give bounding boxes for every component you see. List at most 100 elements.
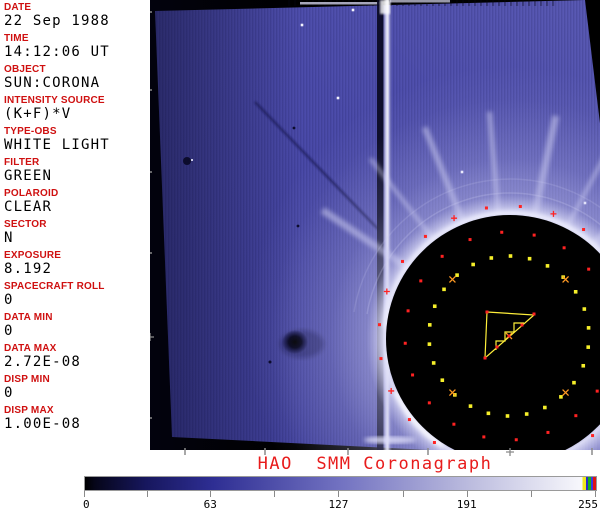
field-value: 8.192 xyxy=(4,261,53,277)
metadata-field: INTENSITY SOURCE (K+F)*V xyxy=(4,95,150,122)
yellow-ring-dot xyxy=(440,378,445,382)
yellow-ring-dot xyxy=(455,273,459,277)
outer-red-ring-dot xyxy=(484,206,488,210)
outer-red-ring-dot xyxy=(591,434,595,438)
colorbar-tick xyxy=(338,491,340,497)
yellow-ring-dot xyxy=(486,411,491,416)
yellow-ring-dot xyxy=(489,256,494,260)
field-value: 1.00E-08 xyxy=(4,416,82,432)
inner-red-ring-dot xyxy=(514,438,518,442)
field-value: WHITE LIGHT xyxy=(4,137,110,153)
yellow-ring-dot xyxy=(572,380,576,385)
fiducial-dot xyxy=(507,334,511,338)
yellow-ring-dot xyxy=(468,404,473,408)
outer-red-ring-dot xyxy=(401,259,405,263)
colorbar-tick xyxy=(402,491,404,497)
inner-red-ring-dot xyxy=(532,233,536,237)
yellow-ring-dot xyxy=(527,256,532,261)
outer-red-ring-dot xyxy=(432,440,436,444)
fiducial-dot xyxy=(520,323,524,327)
field-label: DISP MIN xyxy=(4,374,50,385)
yellow-ring-dot xyxy=(508,254,513,258)
inner-red-ring-dot xyxy=(427,401,431,405)
inner-red-ring-dot xyxy=(452,422,456,426)
field-value: (K+F)*V xyxy=(4,106,72,122)
colorbar-tick xyxy=(210,491,212,497)
fiducial-dot xyxy=(495,345,499,349)
metadata-field: TIME 14:12:06 UT xyxy=(4,33,150,60)
field-value: 0 xyxy=(4,323,14,339)
yellow-ring-dot xyxy=(442,287,446,292)
outer-red-ring-dot xyxy=(423,234,427,238)
inner-red-ring-dot xyxy=(587,267,591,271)
field-value: SUN:CORONA xyxy=(4,75,101,91)
outer-red-ring-dot xyxy=(518,204,522,208)
field-value: 0 xyxy=(4,385,14,401)
yellow-ring-dot xyxy=(559,395,563,399)
yellow-ring-dot xyxy=(545,264,550,268)
metadata-field: FILTER GREEN xyxy=(4,157,150,184)
colorbar-tick-label: 255 xyxy=(578,498,598,511)
inner-red-ring-dot xyxy=(468,238,472,242)
metadata-field: DISP MIN 0 xyxy=(4,374,150,401)
colorbar-tick xyxy=(466,491,468,497)
inner-red-ring-dot xyxy=(406,309,410,313)
fiducial-dot xyxy=(532,312,536,316)
image-title: HAO SMM Coronagraph xyxy=(257,454,493,474)
outer-red-ring-dot xyxy=(407,418,411,422)
colorbar-tick-label: 191 xyxy=(456,498,477,511)
field-value: N xyxy=(4,230,14,246)
colorbar-tick xyxy=(84,491,85,497)
yellow-ring-dot xyxy=(432,304,437,309)
yellow-ring-dot xyxy=(427,323,432,327)
yellow-ring-dot xyxy=(543,405,547,410)
metadata-field: DISP MAX 1.00E-08 xyxy=(4,405,150,432)
outer-red-ring-dot xyxy=(582,228,586,232)
metadata-field: SPACECRAFT ROLL 0 xyxy=(4,281,150,308)
field-label: DATA MIN xyxy=(4,312,53,323)
colorbar-tick xyxy=(274,491,276,497)
metadata-field: OBJECT SUN:CORONA xyxy=(4,64,150,91)
colorbar-tick-labels: 0 63 127 191 255 xyxy=(0,498,600,511)
field-value: CLEAR xyxy=(4,199,53,215)
yellow-ring-dot xyxy=(427,342,432,346)
yellow-ring-dot xyxy=(586,326,591,330)
inner-red-ring-dot xyxy=(574,414,578,418)
field-value: 14:12:06 UT xyxy=(4,44,110,60)
metadata-field: POLAROID CLEAR xyxy=(4,188,150,215)
metadata-field: DATA MIN 0 xyxy=(4,312,150,339)
colorbar-tick xyxy=(147,491,149,497)
inner-red-ring-dot xyxy=(419,279,423,283)
yellow-ring-dot xyxy=(582,307,587,311)
colorbar-tick xyxy=(595,491,596,497)
colorbar-tick xyxy=(530,491,532,497)
inner-red-ring-dot xyxy=(562,246,566,250)
metadata-field: TYPE-OBS WHITE LIGHT xyxy=(4,126,150,153)
fiducial-dot xyxy=(483,356,487,360)
metadata-field: SECTOR N xyxy=(4,219,150,246)
inner-red-ring-dot xyxy=(482,435,486,439)
metadata-field: EXPOSURE 8.192 xyxy=(4,250,150,277)
yellow-ring-dot xyxy=(431,361,436,365)
metadata-panel: DATE 22 Sep 1988 TIME 14:12:06 UT OBJECT SUN:… xyxy=(0,0,150,450)
inner-red-ring-dot xyxy=(546,430,550,434)
metadata-field: DATE 22 Sep 1988 xyxy=(4,2,150,29)
inner-red-ring-dot xyxy=(595,389,599,393)
outer-red-ring-dot xyxy=(377,323,381,327)
intensity-colorbar xyxy=(84,476,597,491)
yellow-ring-dot xyxy=(586,345,591,349)
inner-red-ring-dot xyxy=(440,254,444,258)
field-value: GREEN xyxy=(4,168,53,184)
colorbar-tick-label: 63 xyxy=(203,498,217,511)
yellow-ring-dot xyxy=(471,262,475,267)
colorbar-tick-label: 127 xyxy=(328,498,349,511)
fiducial-dot xyxy=(485,310,489,314)
yellow-ring-dot xyxy=(505,414,510,418)
field-value: 0 xyxy=(4,292,14,308)
field-value: 2.72E-08 xyxy=(4,354,82,370)
yellow-ring-dot xyxy=(581,363,586,368)
field-label: SPACECRAFT ROLL xyxy=(4,281,105,292)
coronagraph-display-window: DATE 22 Sep 1988 TIME 14:12:06 UT OBJECT SUN:… xyxy=(0,0,600,512)
yellow-ring-dot xyxy=(573,290,578,294)
colorbar-tick-label: 0 xyxy=(83,498,90,511)
